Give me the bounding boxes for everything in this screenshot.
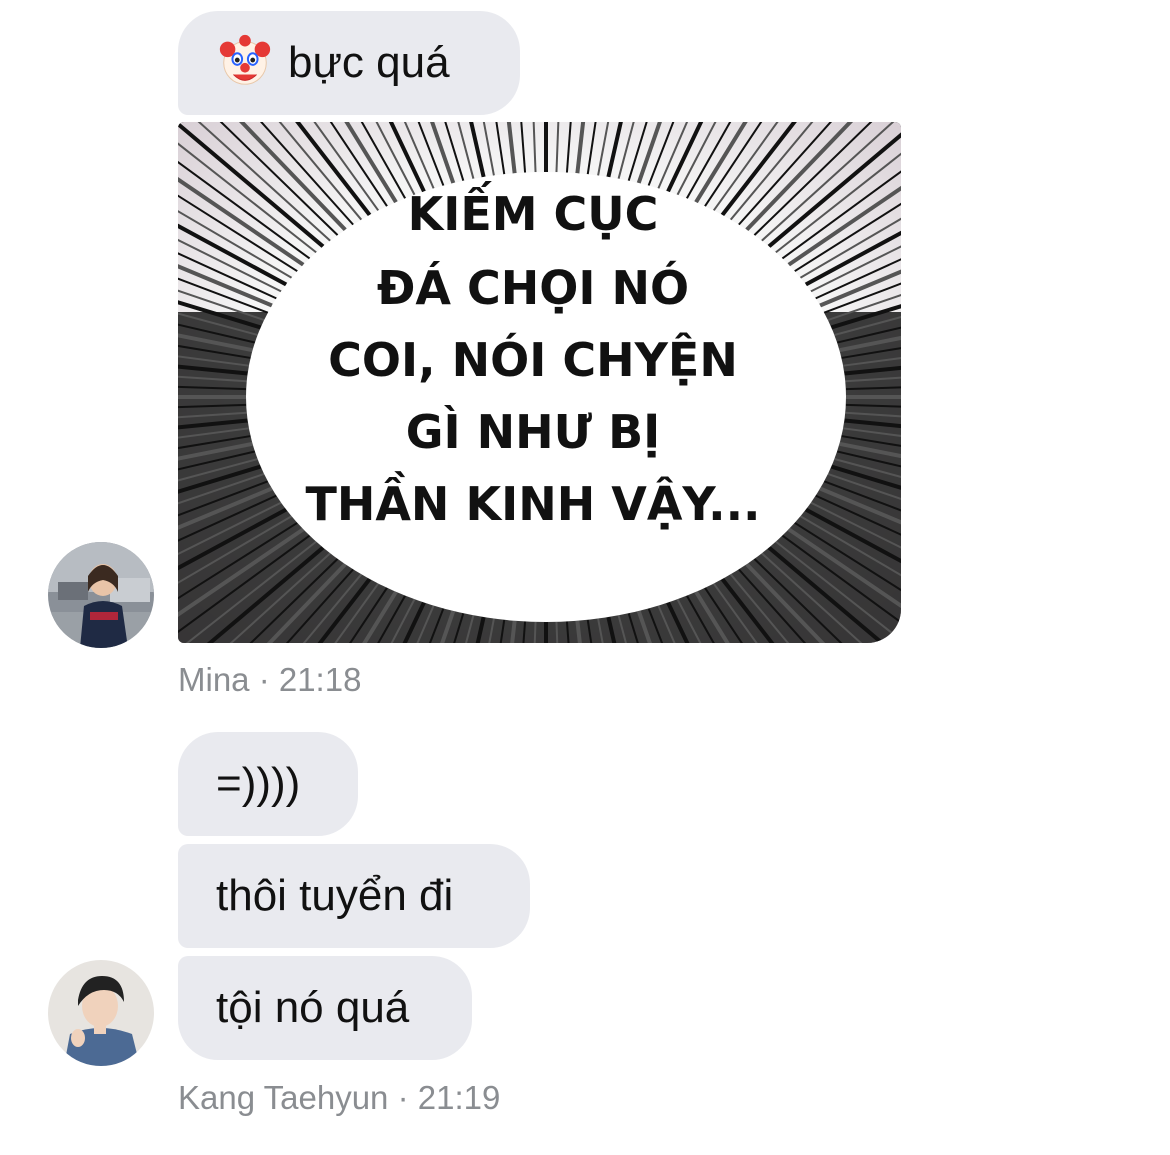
message-text: thôi tuyển đi	[216, 871, 454, 920]
clown-face-icon	[219, 35, 271, 86]
message-meta: Mina · 21:18	[178, 661, 362, 698]
message-bubble[interactable]: =))))	[178, 732, 358, 836]
avatar[interactable]	[48, 542, 154, 648]
meme-image[interactable]: KIẾM CỤC ĐÁ CHỌI NÓ COI, NÓI CHYỆN GÌ NH…	[178, 122, 901, 643]
meme-text-line: KIẾM CỤC	[408, 181, 659, 241]
avatar[interactable]	[48, 960, 154, 1066]
meme-text-line: ĐÁ CHỌI NÓ	[377, 261, 689, 315]
message-meta: Kang Taehyun · 21:19	[178, 1079, 501, 1116]
meme-text-line: COI, NÓI CHYỆN	[328, 333, 738, 387]
meme-text-line: THẦN KINH VẬY...	[305, 471, 760, 531]
meme-text-line: GÌ NHƯ BỊ	[406, 405, 661, 459]
message-bubble[interactable]: bực quá	[178, 11, 520, 115]
message-text: tội nó quá	[216, 983, 410, 1032]
message-text: =))))	[216, 759, 301, 808]
message-bubble[interactable]: thôi tuyển đi	[178, 844, 530, 948]
message-bubble[interactable]: tội nó quá	[178, 956, 472, 1060]
message-text: bực quá	[288, 38, 450, 87]
